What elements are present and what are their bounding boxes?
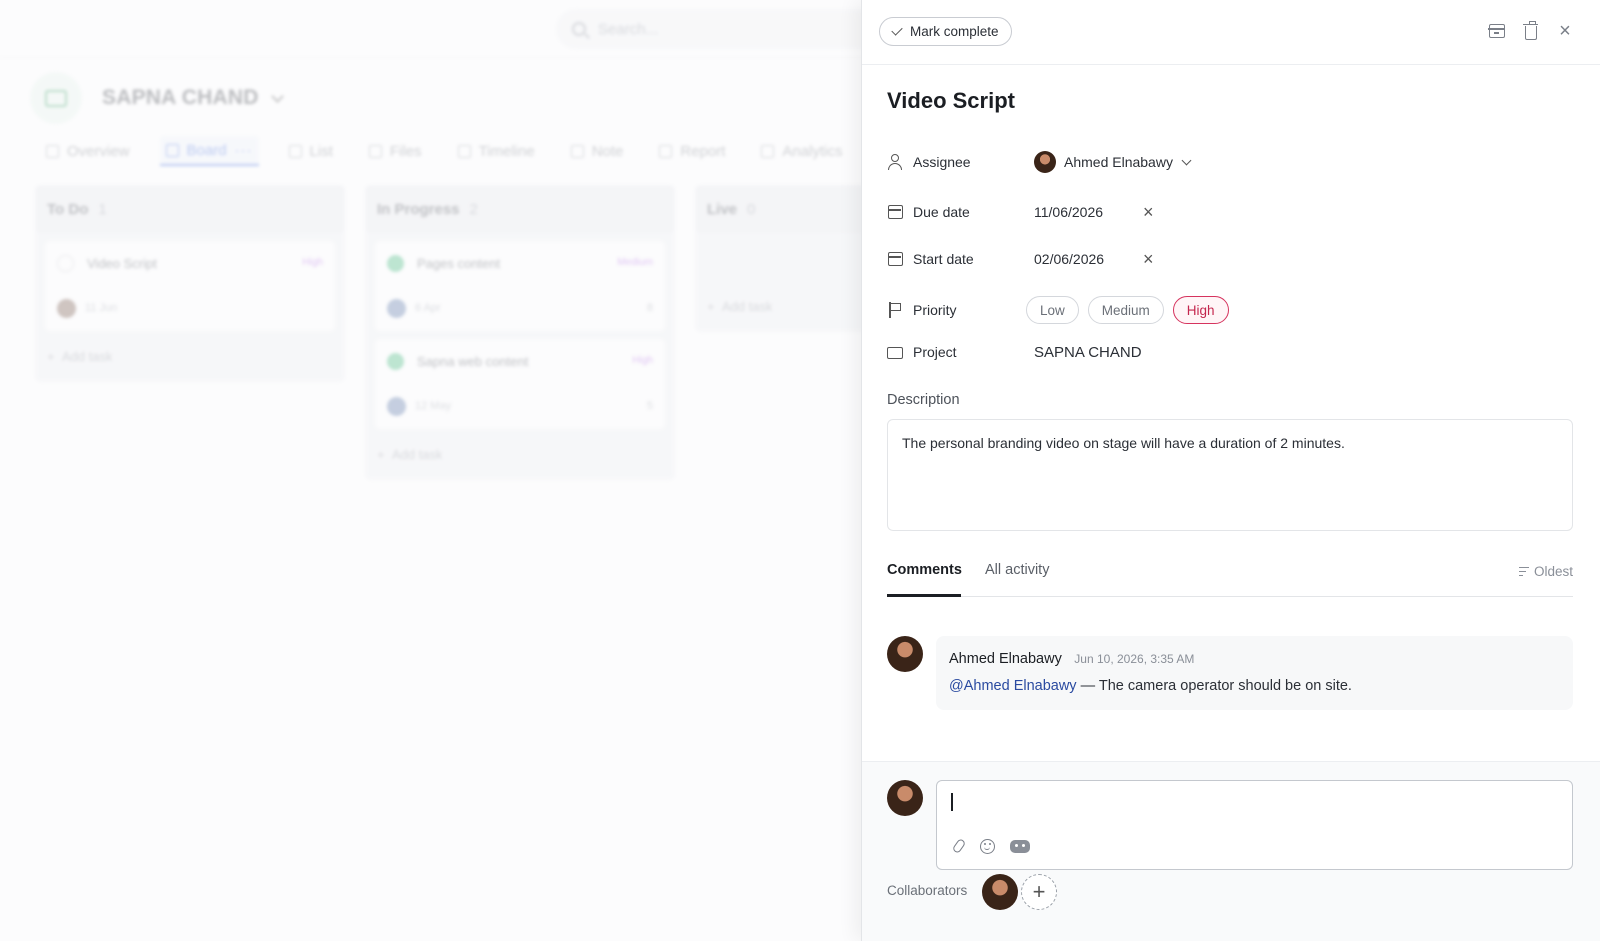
clear-due-date-icon[interactable]: × [1143,202,1154,223]
project-row: Project SAPNA CHAND [887,339,1142,365]
chevron-down-icon [1181,155,1192,165]
ai-assistant-icon[interactable] [1009,837,1031,855]
person-icon [887,154,903,170]
trash-icon[interactable] [1522,20,1540,40]
assignee-row: Assignee Ahmed Elnabawy [887,149,1192,175]
task-title[interactable]: Video Script [887,88,1015,114]
comment-composer: Collaborators + [862,761,1600,941]
project-link[interactable]: SAPNA CHAND [1034,344,1142,361]
priority-high-button[interactable]: High [1172,296,1229,324]
mark-complete-button[interactable]: Mark complete [879,17,1012,46]
avatar [1034,151,1056,173]
avatar [887,636,923,672]
comment-tabs: Comments All activity Oldest [887,553,1573,597]
collaborator-avatar[interactable] [982,874,1018,910]
due-date-row: Due date 11/06/2026 × [887,199,1154,225]
check-icon [891,24,903,36]
folder-icon [887,344,903,360]
comment-body: @Ahmed Elnabawy — The camera operator sh… [949,678,1352,694]
comment-author[interactable]: Ahmed Elnabawy [949,651,1062,667]
collaborators-label: Collaborators [887,883,968,898]
modal-backdrop[interactable] [0,0,862,941]
priority-row: Priority Low Medium High [887,295,1229,325]
priority-medium-button[interactable]: Medium [1087,296,1164,324]
close-icon[interactable]: × [1556,21,1574,41]
avatar [887,780,923,816]
mention-link[interactable]: @Ahmed Elnabawy [949,678,1077,694]
comment-timestamp: Jun 10, 2026, 3:35 AM [1074,652,1195,666]
comment-item: Ahmed Elnabawy Jun 10, 2026, 3:35 AM @Ah… [936,636,1573,710]
active-tab-indicator [887,594,961,597]
description-label: Description [887,392,960,408]
tab-comments[interactable]: Comments [887,562,962,578]
priority-low-button[interactable]: Low [1026,296,1079,324]
description-editor[interactable]: The personal branding video on stage wil… [887,419,1573,531]
drawer-toolbar: Mark complete × [862,0,1600,65]
priority-options: Low Medium High [1026,296,1229,324]
calendar-icon [887,251,903,267]
task-detail-drawer: Mark complete × Video Script Assignee Ah… [861,0,1600,941]
calendar-icon [887,204,903,220]
start-date-field[interactable]: 02/06/2026 [1034,251,1104,267]
paperclip-icon[interactable] [950,837,968,855]
comment-input[interactable] [936,780,1573,870]
clear-start-date-icon[interactable]: × [1143,249,1154,270]
text-cursor [951,793,953,811]
sort-toggle[interactable]: Oldest [1518,564,1573,579]
archive-icon[interactable] [1488,22,1506,40]
add-collaborator-button[interactable]: + [1021,874,1057,910]
due-date-field[interactable]: 11/06/2026 [1034,204,1103,220]
emoji-icon[interactable] [978,837,996,855]
assignee-select[interactable]: Ahmed Elnabawy [1034,151,1192,173]
tab-all-activity[interactable]: All activity [985,562,1049,578]
flag-icon [887,302,903,318]
sort-icon [1518,566,1529,577]
start-date-row: Start date 02/06/2026 × [887,246,1154,272]
